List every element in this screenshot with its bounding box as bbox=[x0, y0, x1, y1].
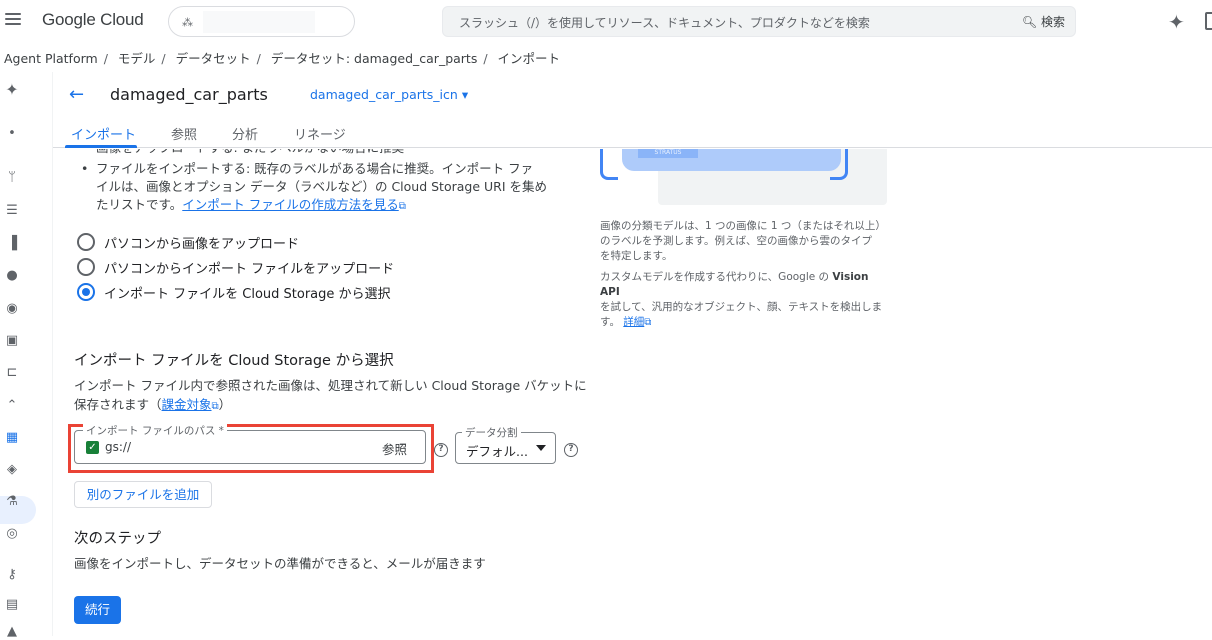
key-icon[interactable]: ⚷ bbox=[4, 567, 20, 583]
gemini-sparkle-icon[interactable]: ✦ bbox=[1168, 10, 1185, 34]
side-description-1: 画像の分類モデルは、1 つの画像に 1 つ（またはそれ以上） のラベルを予測しま… bbox=[600, 220, 886, 262]
path-input-value[interactable]: gs:// bbox=[105, 440, 131, 454]
import-file-path-field[interactable]: インポート ファイルのパス * ✓ gs:// 参照 bbox=[74, 423, 426, 464]
tab-lineage[interactable]: リネージ bbox=[294, 124, 346, 143]
details-link[interactable]: 詳細 bbox=[623, 316, 644, 328]
flask-icon[interactable]: ⚗ bbox=[4, 494, 20, 510]
top-bar: Google Cloud ⁂ スラッシュ（/）を使用してリソース、ドキュメント、… bbox=[0, 0, 1212, 44]
sparkle-icon[interactable]: ✦ bbox=[4, 82, 20, 98]
chevron-up-icon[interactable]: ⌃ bbox=[4, 398, 20, 414]
tab-browse[interactable]: 参照 bbox=[171, 124, 197, 143]
field-label: インポート ファイルのパス * bbox=[83, 423, 227, 438]
back-arrow-icon[interactable]: ← bbox=[69, 84, 84, 105]
model-garden-icon[interactable]: ᛘ bbox=[4, 170, 20, 186]
tab-import[interactable]: インポート bbox=[71, 124, 136, 143]
help-icon[interactable]: ? bbox=[434, 443, 448, 457]
table-icon[interactable]: ▤ bbox=[4, 597, 20, 613]
search-icon: 🔍︎ bbox=[1021, 15, 1038, 29]
project-picker[interactable]: ⁂ bbox=[168, 6, 355, 37]
import-file-help-link[interactable]: インポート ファイルの作成方法を見る bbox=[182, 197, 398, 212]
project-name-field bbox=[203, 11, 315, 33]
continue-button[interactable]: 続行 bbox=[74, 596, 121, 624]
breadcrumb-item[interactable]: モデル bbox=[118, 51, 156, 66]
classification-illustration: STRATUS bbox=[598, 149, 888, 205]
billing-link[interactable]: 課金対象 bbox=[162, 397, 212, 412]
next-steps-title: 次のステップ bbox=[74, 531, 161, 547]
help-icon[interactable]: ? bbox=[564, 443, 578, 457]
data-split-select[interactable]: データ分割 デフォル... bbox=[455, 425, 556, 464]
browse-button[interactable]: 参照 bbox=[382, 439, 407, 458]
breadcrumb: Agent Platform / モデル / データセット / データセット: dam… bbox=[4, 51, 561, 66]
deploy-icon[interactable]: ◎ bbox=[4, 526, 20, 542]
breadcrumb-item[interactable]: Agent Platform bbox=[4, 51, 98, 66]
page-title: damaged_car_parts bbox=[110, 85, 268, 104]
breadcrumb-item: インポート bbox=[497, 51, 561, 66]
dropdown-caret-icon bbox=[536, 445, 546, 451]
bullet-upload-images: •画像をアップロードする: まだラベルがない場合に推奨 bbox=[81, 149, 551, 157]
search-placeholder: スラッシュ（/）を使用してリソース、ドキュメント、プロダクトなどを検索 bbox=[459, 16, 870, 30]
next-steps-description: 画像をインポートし、データセットの準備ができると、メールが届きます bbox=[74, 556, 486, 571]
tab-indicator bbox=[65, 145, 137, 148]
side-description-2: カスタムモデルを作成する代わりに、Google の Vision API を試し… bbox=[600, 271, 883, 328]
radio-button-selected[interactable] bbox=[77, 283, 95, 301]
page-header: ← damaged_car_parts damaged_car_parts_ic… bbox=[53, 72, 1212, 118]
dataset-grid-icon[interactable]: ▦ bbox=[4, 430, 20, 446]
school-icon[interactable]: ▲ bbox=[4, 624, 20, 640]
inbox-icon[interactable]: ⊏ bbox=[4, 365, 20, 381]
caret-down-icon: ▾ bbox=[461, 87, 469, 102]
check-icon: ✓ bbox=[86, 441, 99, 454]
breadcrumb-item[interactable]: データセット bbox=[176, 51, 251, 66]
illustration-tag: STRATUS bbox=[638, 149, 698, 158]
panel-toggle-icon[interactable] bbox=[1205, 12, 1212, 30]
search-button[interactable]: 🔍︎ 検索 bbox=[1022, 13, 1065, 30]
menu-icon[interactable] bbox=[5, 13, 21, 27]
google-cloud-logo[interactable]: Google Cloud bbox=[42, 10, 144, 30]
project-icon: ⁂ bbox=[182, 16, 193, 29]
breadcrumb-item[interactable]: データセット: damaged_car_parts bbox=[271, 51, 478, 66]
broadcast-icon[interactable]: ◉ bbox=[4, 301, 20, 317]
dot-icon[interactable]: • bbox=[4, 126, 20, 142]
external-link-icon: ⧉ bbox=[398, 201, 406, 212]
tab-analyze[interactable]: 分析 bbox=[232, 124, 258, 143]
main-panel: ← damaged_car_parts damaged_car_parts_ic… bbox=[52, 72, 1212, 636]
lightbulb-icon[interactable]: ● bbox=[4, 268, 20, 284]
gcs-section-description: インポート ファイル内で参照された画像は、処理されて新しい Cloud Stor… bbox=[74, 378, 587, 412]
radio-button[interactable] bbox=[77, 233, 95, 251]
gcs-section-title: インポート ファイルを Cloud Storage から選択 bbox=[74, 353, 394, 369]
left-nav-rail: ✦ • ᛘ ☰ ▐ ● ◉ ▣ ⊏ ⌃ ▦ ◈ ⚗ ◎ ⚷ ▤ ▲ bbox=[0, 72, 52, 639]
add-file-button[interactable]: 別のファイルを追加 bbox=[74, 481, 212, 508]
dataset-selector[interactable]: damaged_car_parts_icn ▾ bbox=[310, 87, 468, 102]
tune-icon[interactable]: ☰ bbox=[4, 203, 20, 219]
storage-icon[interactable]: ▣ bbox=[4, 333, 20, 349]
bullet-import-file: • ファイルをインポートする: 既存のラベルがある場合に推奨。インポート ファ … bbox=[81, 161, 548, 212]
tab-bar: インポート 参照 分析 リネージ bbox=[53, 118, 1212, 148]
external-link-icon: ⧉ bbox=[644, 317, 652, 328]
import-content: •画像をアップロードする: まだラベルがない場合に推奨 • ファイルをインポート… bbox=[53, 149, 1212, 636]
bar-chart-icon[interactable]: ▐ bbox=[4, 236, 20, 252]
external-link-icon: ⧉ bbox=[211, 401, 219, 412]
field-label: データ分割 bbox=[462, 425, 521, 440]
radio-button[interactable] bbox=[77, 258, 95, 276]
search-bar[interactable]: スラッシュ（/）を使用してリソース、ドキュメント、プロダクトなどを検索 🔍︎ 検… bbox=[442, 6, 1076, 37]
layers-icon[interactable]: ◈ bbox=[4, 462, 20, 478]
